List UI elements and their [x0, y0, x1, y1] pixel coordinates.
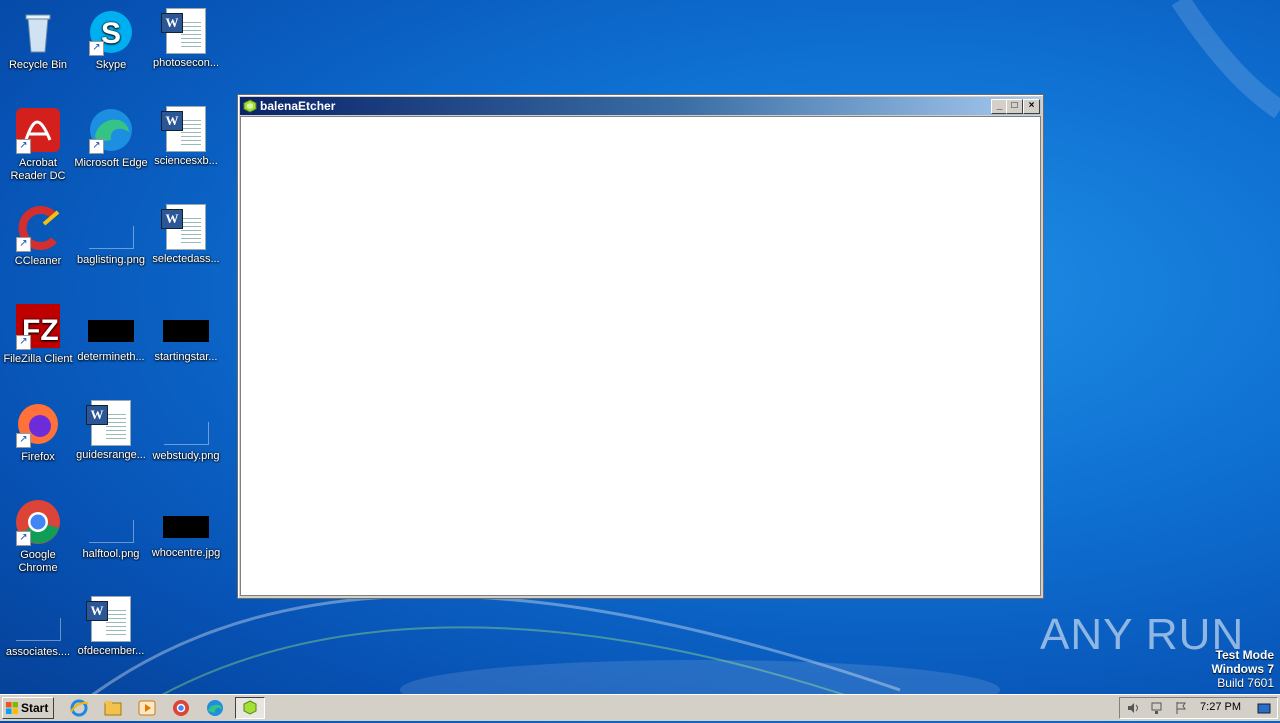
media-player-icon[interactable] — [136, 698, 158, 718]
balena-etcher-app-icon — [243, 99, 257, 113]
action-center-flag-icon[interactable] — [1174, 701, 1188, 715]
acrobat-icon: ↗ — [14, 106, 62, 154]
balena-etcher-taskbar-icon — [243, 700, 257, 715]
firefox-icon: ↗ — [14, 400, 62, 448]
desktop-icon-selectedass[interactable]: W selectedass... — [148, 200, 224, 266]
close-button[interactable]: × — [1023, 99, 1040, 114]
chrome-taskbar-icon[interactable] — [170, 698, 192, 718]
shortcut-arrow-icon: ↗ — [89, 139, 104, 154]
show-desktop-icon[interactable] — [1257, 701, 1271, 715]
desktop-icon-startingstar[interactable]: startingstar... — [148, 298, 224, 364]
desktop-icon-ofdecember[interactable]: W ofdecember... — [73, 592, 149, 658]
svg-text:S: S — [101, 17, 121, 50]
volume-icon[interactable] — [1126, 701, 1140, 715]
shortcut-arrow-icon: ↗ — [16, 139, 31, 154]
windows-flag-icon — [6, 702, 18, 714]
desktop-icon-edge[interactable]: ↗ Microsoft Edge — [73, 102, 149, 170]
word-document-icon: W — [161, 8, 206, 54]
balena-etcher-taskbar-button[interactable] — [235, 697, 265, 719]
desktop-icon-baglisting[interactable]: baglisting.png — [73, 200, 149, 267]
desktop-icon-halftool[interactable]: halftool.png — [73, 494, 149, 561]
file-explorer-icon[interactable] — [102, 698, 124, 718]
image-file-icon — [88, 520, 134, 543]
window-title: balenaEtcher — [260, 99, 336, 113]
start-label: Start — [21, 701, 49, 715]
image-file-icon — [88, 320, 134, 342]
test-mode-text: Test Mode Windows 7 Build 7601 — [1211, 648, 1274, 690]
desktop-icon-skype[interactable]: S ↗ Skype — [73, 4, 149, 72]
balena-etcher-window[interactable]: balenaEtcher _ □ × — [237, 94, 1044, 599]
desktop-icon-firefox[interactable]: ↗ Firefox — [0, 396, 76, 464]
word-document-icon: W — [86, 596, 131, 642]
edge-taskbar-icon[interactable] — [204, 698, 226, 718]
internet-explorer-icon[interactable] — [68, 698, 90, 718]
skype-icon: S ↗ — [87, 8, 135, 56]
window-titlebar[interactable]: balenaEtcher _ □ × — [240, 97, 1041, 115]
shortcut-arrow-icon: ↗ — [89, 41, 104, 56]
desktop-icon-acrobat[interactable]: ↗ Acrobat Reader DC — [0, 102, 76, 183]
image-file-icon — [163, 422, 209, 445]
shortcut-arrow-icon: ↗ — [16, 433, 31, 448]
desktop-icon-webstudy[interactable]: webstudy.png — [148, 396, 224, 463]
desktop-icon-chrome[interactable]: ↗ Google Chrome — [0, 494, 76, 575]
maximize-button[interactable]: □ — [1006, 99, 1023, 114]
desktop-icon-guidesrange[interactable]: W guidesrange... — [73, 396, 149, 462]
test-mode-line3: Build 7601 — [1217, 676, 1274, 690]
filezilla-icon: FZ ↗ — [14, 302, 62, 350]
desktop-icon-determineth[interactable]: determineth... — [73, 298, 149, 364]
desktop-icon-whocentre[interactable]: whocentre.jpg — [148, 494, 224, 560]
test-mode-line1: Test Mode — [1215, 648, 1274, 662]
shortcut-arrow-icon: ↗ — [16, 531, 31, 546]
chrome-icon: ↗ — [14, 498, 62, 546]
test-mode-line2: Windows 7 — [1211, 662, 1274, 676]
word-document-icon: W — [86, 400, 131, 446]
word-document-icon: W — [161, 204, 206, 250]
taskbar: Start 7:27 PM — [0, 694, 1280, 721]
word-document-icon: W — [161, 106, 206, 152]
system-tray: 7:27 PM — [1119, 697, 1278, 719]
taskbar-clock[interactable]: 7:27 PM — [1200, 701, 1241, 713]
network-icon[interactable] — [1150, 701, 1164, 715]
ccleaner-icon: ↗ — [14, 204, 62, 252]
recycle-bin-icon — [14, 8, 62, 56]
shortcut-arrow-icon: ↗ — [16, 335, 31, 350]
desktop-icon-filezilla[interactable]: FZ ↗ FileZilla Client — [0, 298, 76, 366]
image-file-icon — [15, 618, 61, 641]
edge-icon: ↗ — [87, 106, 135, 154]
desktop-icon-ccleaner[interactable]: ↗ CCleaner — [0, 200, 76, 268]
image-file-icon — [88, 226, 134, 249]
window-client-area[interactable] — [240, 116, 1041, 596]
desktop-icon-associates[interactable]: associates.... — [0, 592, 76, 659]
desktop-icon-sciencesxb[interactable]: W sciencesxb... — [148, 102, 224, 168]
image-file-icon — [163, 516, 209, 538]
shortcut-arrow-icon: ↗ — [16, 237, 31, 252]
image-file-icon — [163, 320, 209, 342]
desktop-icon-recycle-bin[interactable]: Recycle Bin — [0, 4, 76, 72]
start-button[interactable]: Start — [2, 697, 54, 719]
desktop-icon-photosecon[interactable]: W photosecon... — [148, 4, 224, 70]
